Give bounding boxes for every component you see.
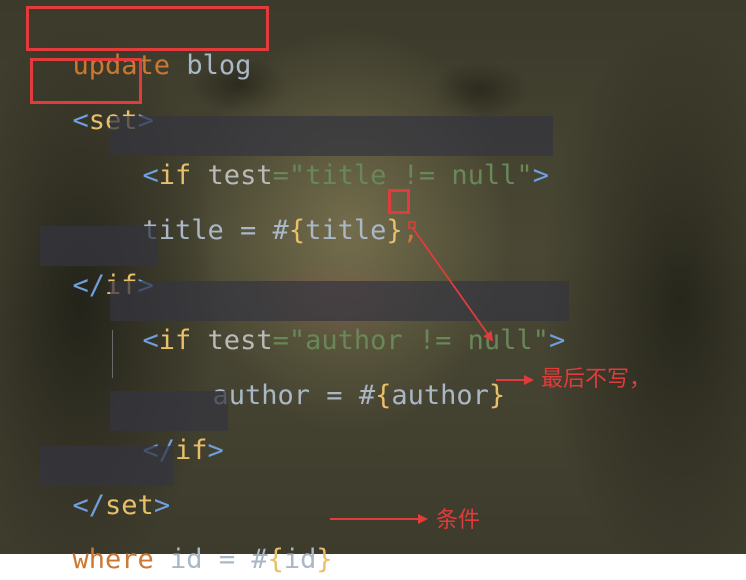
note-condition: 条件 <box>436 508 481 533</box>
note-last-no-comma: 最后不写， <box>541 367 652 392</box>
annotation-arrows <box>330 221 534 524</box>
comma-arrow <box>411 226 494 342</box>
